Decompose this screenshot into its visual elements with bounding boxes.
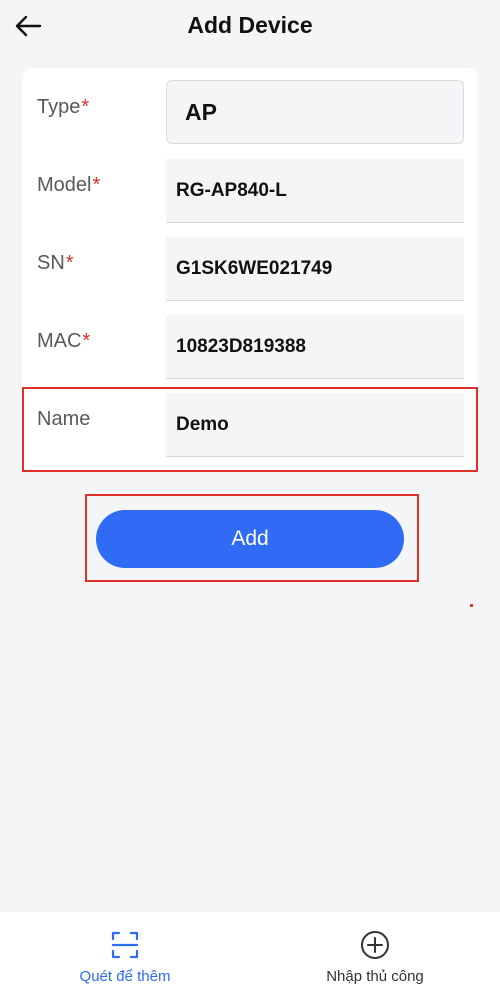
required-mark: * bbox=[65, 251, 74, 274]
name-input[interactable]: Demo bbox=[166, 393, 464, 457]
name-label: Name bbox=[37, 380, 90, 458]
mac-row: MAC * 10823D819388 bbox=[22, 302, 478, 380]
name-label-text: Name bbox=[37, 407, 91, 430]
red-marker-dot bbox=[470, 604, 473, 607]
required-mark: * bbox=[81, 95, 90, 118]
bottom-nav: Quét để thêm Nhập thủ công bbox=[0, 912, 500, 1004]
mac-label-text: MAC bbox=[37, 329, 82, 352]
scan-icon bbox=[111, 931, 139, 959]
mac-input[interactable]: 10823D819388 bbox=[166, 315, 464, 379]
header: Add Device bbox=[0, 0, 500, 56]
device-form-card: Type * AP Model * RG-AP840-L SN * G1SK6WE02… bbox=[22, 68, 478, 472]
mac-label: MAC * bbox=[37, 302, 90, 380]
model-label-text: Model bbox=[37, 173, 92, 196]
add-button[interactable]: Add bbox=[96, 510, 404, 568]
tab-scan-label: Quét để thêm bbox=[79, 968, 171, 985]
model-row: Model * RG-AP840-L bbox=[22, 146, 478, 224]
sn-row: SN * G1SK6WE021749 bbox=[22, 224, 478, 302]
type-label-text: Type bbox=[37, 95, 81, 118]
type-row: Type * AP bbox=[22, 68, 478, 146]
required-mark: * bbox=[82, 329, 91, 352]
sn-label: SN * bbox=[37, 224, 74, 302]
required-mark: * bbox=[92, 173, 101, 196]
type-select[interactable]: AP bbox=[166, 80, 464, 144]
page-title: Add Device bbox=[187, 12, 313, 38]
sn-input[interactable]: G1SK6WE021749 bbox=[166, 237, 464, 301]
tab-manual-entry[interactable]: Nhập thủ công bbox=[250, 912, 500, 1004]
model-input[interactable]: RG-AP840-L bbox=[166, 159, 464, 223]
plus-circle-icon bbox=[361, 931, 389, 959]
name-row: Name Demo bbox=[22, 380, 478, 458]
model-label: Model * bbox=[37, 146, 100, 224]
type-label: Type * bbox=[37, 68, 89, 146]
sn-label-text: SN bbox=[37, 251, 65, 274]
tab-manual-label: Nhập thủ công bbox=[326, 968, 424, 985]
tab-scan-to-add[interactable]: Quét để thêm bbox=[0, 912, 250, 1004]
